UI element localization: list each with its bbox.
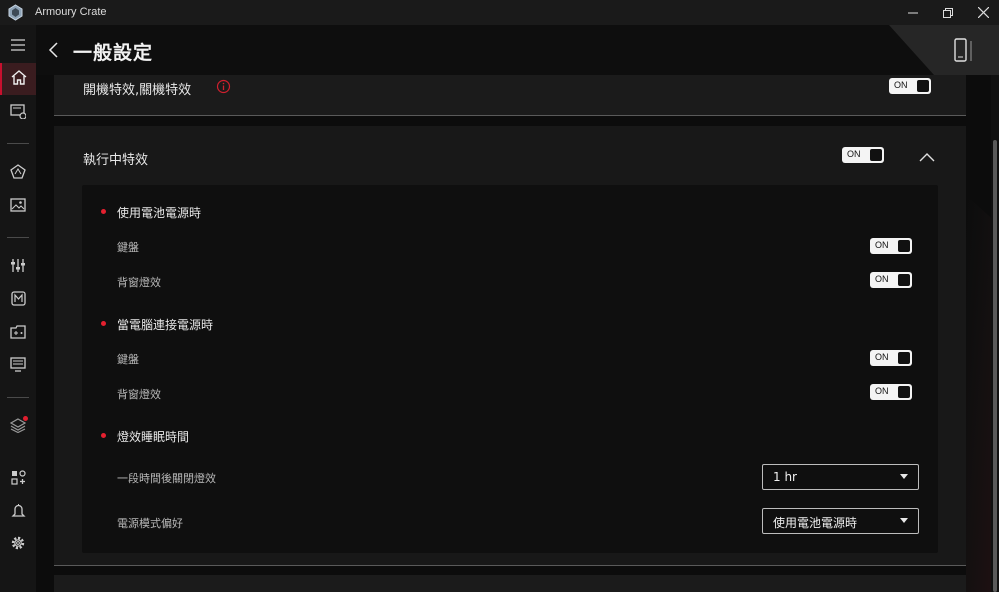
battery-keyboard-label: 鍵盤 [117,241,139,254]
battery-backlight-label: 背窗燈效 [117,276,161,289]
sidebar-item-notification[interactable] [0,496,36,528]
sidebar-item-device[interactable] [0,97,36,129]
toggle-knob [898,274,910,286]
ac-keyboard-label: 鍵盤 [117,353,139,366]
battery-keyboard-toggle[interactable]: ON [870,238,912,254]
caret-down-icon [900,518,908,523]
scrollbar-thumb[interactable] [993,140,997,592]
power-mode-label: 電源模式偏好 [117,517,183,530]
scrollbar-track[interactable] [991,75,999,592]
gallery-icon [10,197,26,216]
aura-icon [10,163,26,183]
battery-group-title: 使用電池電源時 [117,206,202,220]
sidebar [0,25,36,592]
sidebar-item-aura[interactable] [0,157,36,189]
toggle-state-label: ON [847,149,861,159]
dropdown-value: 1 hr [773,470,797,484]
notification-icon [10,503,26,522]
sleep-timeout-label: 一段時間後關閉燈效 [117,472,216,485]
restore-icon [943,7,953,18]
sleep-timeout-dropdown[interactable]: 1 hr [762,464,919,490]
sidebar-item-layers[interactable] [0,411,36,443]
rog-logo-icon [7,4,24,21]
sidebar-item-armoury-m[interactable] [0,284,36,316]
device-icon [10,103,27,123]
section-divider [54,115,966,116]
sidebar-item-monitor[interactable] [0,350,36,382]
sidebar-divider [7,143,29,144]
page-title: 一般設定 [73,42,154,64]
sidebar-item-game-library[interactable] [0,317,36,349]
power-mode-dropdown[interactable]: 使用電池電源時 [762,508,919,534]
boot-effects-toggle[interactable]: ON [889,78,931,94]
equalizer-icon [10,258,26,277]
armoury-m-icon [10,290,26,310]
toggle-knob [870,149,882,161]
sidebar-item-gallery[interactable] [0,190,36,222]
sidebar-divider [7,397,29,398]
toggle-knob [898,240,910,252]
corner-decoration [889,25,999,75]
sleep-group-title: 燈效睡眠時間 [117,430,190,444]
toggle-state-label: ON [875,386,889,396]
toggle-state-label: ON [875,240,889,250]
bullet [101,209,106,214]
toggle-knob [898,352,910,364]
sidebar-divider [7,237,29,238]
running-effects-panel: 使用電池電源時 鍵盤 ON 背窗燈效 ON 當電腦連接電源時 鍵盤 ON 背窗燈… [82,185,938,553]
ac-group-title: 當電腦連接電源時 [117,318,214,332]
boot-effects-label: 開機特效,關機特效 [83,83,192,98]
menu-icon [11,36,25,55]
add-widget-icon [10,469,26,489]
toggle-state-label: ON [875,352,889,362]
ac-backlight-toggle[interactable]: ON [870,384,912,400]
minimize-button[interactable] [895,0,931,25]
toggle-state-label: ON [875,274,889,284]
ac-backlight-label: 背窗燈效 [117,388,161,401]
chevron-up-icon[interactable] [918,148,936,162]
bullet [101,321,106,326]
sidebar-item-add-widget[interactable] [0,463,36,495]
section-divider [54,565,966,566]
sidebar-menu-button[interactable] [0,29,36,61]
sidebar-item-equalizer[interactable] [0,251,36,283]
settings-content: 開機特效,關機特效 ON 執行中特效 ON 使用電池電源時 鍵盤 ON 背窗燈效… [36,75,999,592]
app-title: Armoury Crate [35,6,107,18]
title-bar: Armoury Crate [0,0,999,25]
close-icon [977,7,989,18]
running-effects-label: 執行中特效 [83,153,149,168]
home-icon [11,69,27,89]
dropdown-value: 使用電池電源時 [773,516,858,530]
back-arrow-icon[interactable] [46,40,62,60]
restore-button[interactable] [930,0,966,25]
toggle-knob [917,80,929,92]
caret-down-icon [900,474,908,479]
monitor-icon [10,356,26,376]
game-library-icon [10,324,26,343]
next-section-card [54,575,966,592]
phone-device-icon[interactable] [953,37,979,65]
battery-backlight-toggle[interactable]: ON [870,272,912,288]
minimize-icon [908,8,918,18]
ac-keyboard-toggle[interactable]: ON [870,350,912,366]
running-effects-card: 執行中特效 ON 使用電池電源時 鍵盤 ON 背窗燈效 ON 當電腦連接電源時 [54,126,966,566]
sidebar-item-settings[interactable] [0,529,36,561]
page-header: 一般設定 [36,25,999,75]
toggle-state-label: ON [894,80,908,90]
toggle-knob [898,386,910,398]
close-button[interactable] [965,0,999,25]
sidebar-item-home[interactable] [0,63,36,95]
notification-badge [23,416,28,421]
settings-icon [10,535,26,555]
boot-effects-row: 開機特效,關機特效 ON [54,75,966,116]
running-effects-toggle[interactable]: ON [842,147,884,163]
info-icon[interactable] [216,79,231,94]
bullet [101,433,106,438]
